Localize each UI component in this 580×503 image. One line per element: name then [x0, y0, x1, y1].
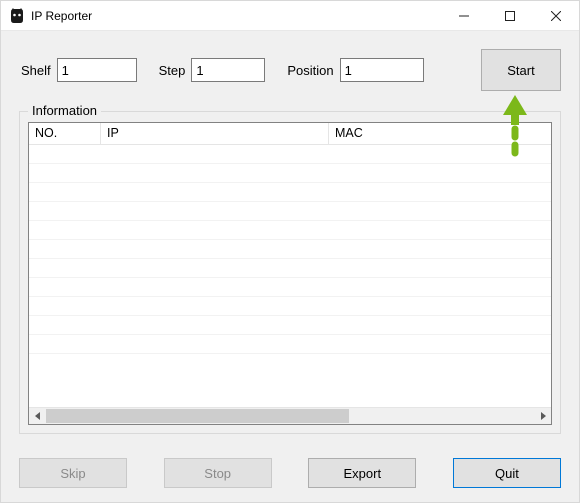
table-header: NO. IP MAC	[29, 123, 551, 145]
content-area: Shelf Step Position Start Information NO…	[1, 31, 579, 502]
position-input[interactable]	[340, 58, 424, 82]
scroll-left-icon[interactable]	[29, 408, 46, 425]
start-button[interactable]: Start	[481, 49, 561, 91]
app-icon	[9, 8, 25, 24]
window-title: IP Reporter	[31, 9, 92, 23]
col-ip[interactable]: IP	[101, 123, 329, 144]
col-no[interactable]: NO.	[29, 123, 101, 144]
maximize-button[interactable]	[487, 1, 533, 30]
col-mac[interactable]: MAC	[329, 123, 551, 144]
table-row	[29, 240, 551, 259]
shelf-label: Shelf	[21, 63, 51, 78]
quit-button[interactable]: Quit	[453, 458, 561, 488]
table-row	[29, 221, 551, 240]
title-bar: IP Reporter	[1, 1, 579, 31]
group-legend: Information	[28, 103, 101, 118]
table-row	[29, 297, 551, 316]
scroll-thumb[interactable]	[46, 409, 349, 423]
table-row	[29, 183, 551, 202]
info-table: NO. IP MAC	[28, 122, 552, 425]
close-button[interactable]	[533, 1, 579, 30]
step-input[interactable]	[191, 58, 265, 82]
scroll-track[interactable]	[46, 408, 534, 424]
bottom-button-row: Skip Stop Export Quit	[19, 458, 561, 488]
table-row	[29, 145, 551, 164]
export-button[interactable]: Export	[308, 458, 416, 488]
skip-button[interactable]: Skip	[19, 458, 127, 488]
table-row	[29, 278, 551, 297]
horizontal-scrollbar[interactable]	[29, 407, 551, 424]
top-input-row: Shelf Step Position Start	[19, 49, 561, 91]
step-label: Step	[159, 63, 186, 78]
window-controls	[441, 1, 579, 30]
table-body	[29, 145, 551, 407]
app-window: IP Reporter Shelf Step Position	[0, 0, 580, 503]
minimize-button[interactable]	[441, 1, 487, 30]
table-row	[29, 335, 551, 354]
information-group: Information NO. IP MAC	[19, 111, 561, 434]
scroll-right-icon[interactable]	[534, 408, 551, 425]
table-row	[29, 316, 551, 335]
table-row	[29, 259, 551, 278]
position-label: Position	[287, 63, 333, 78]
shelf-input[interactable]	[57, 58, 137, 82]
stop-button[interactable]: Stop	[164, 458, 272, 488]
table-row	[29, 164, 551, 183]
table-row	[29, 202, 551, 221]
